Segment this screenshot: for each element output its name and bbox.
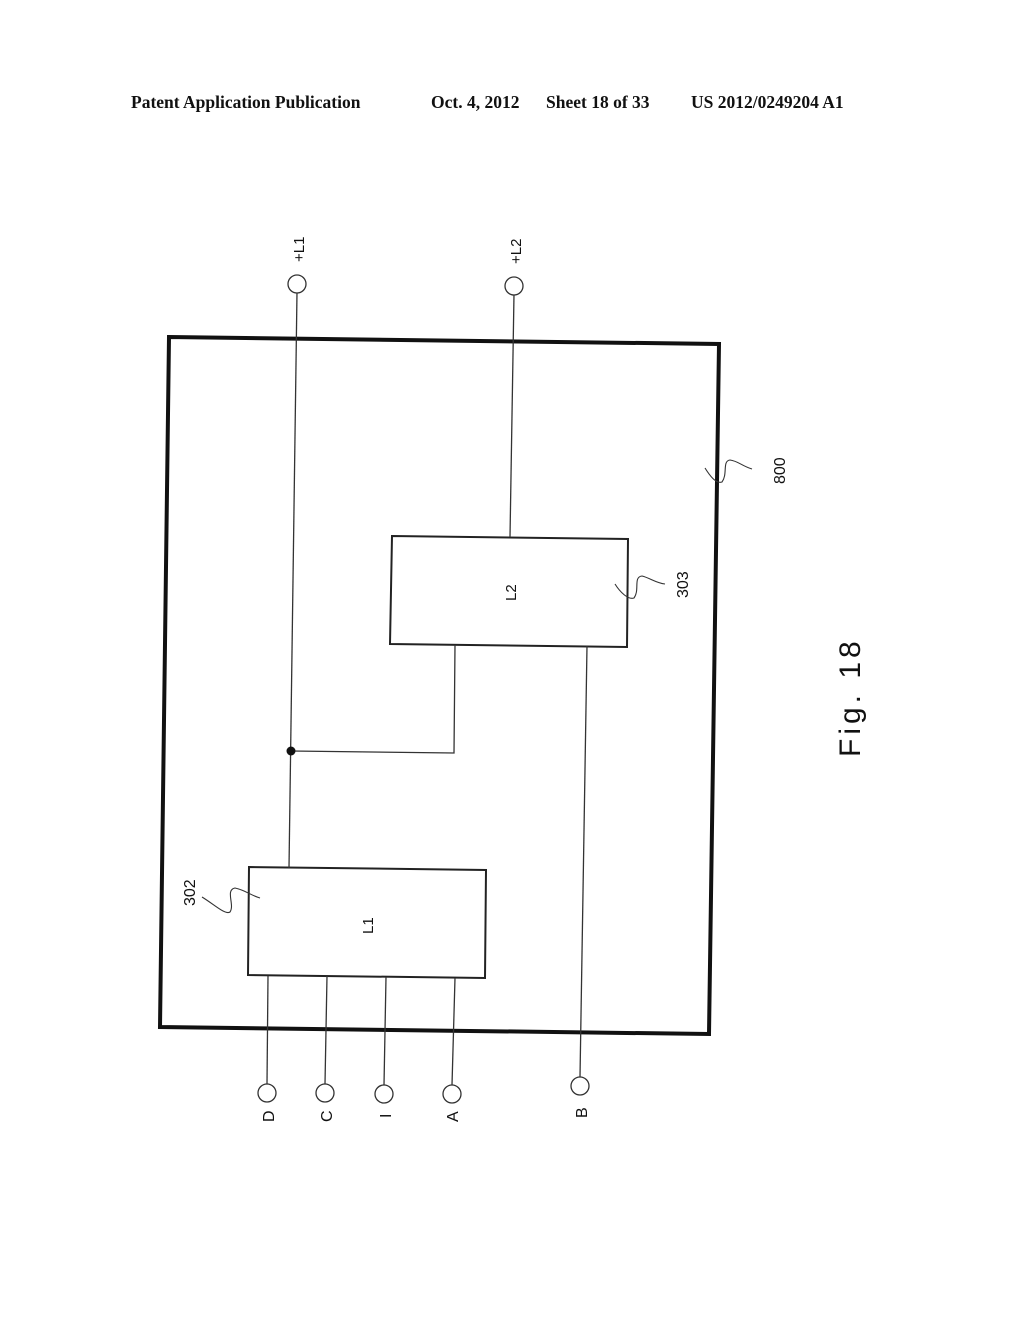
terminal-label-plus-L2: +L2: [508, 239, 525, 264]
figure-caption: Fig. 18: [834, 637, 867, 757]
terminal-label-I: I: [378, 1114, 395, 1118]
block-label-L1: L1: [360, 917, 377, 934]
leader-302: [201, 887, 261, 914]
terminal-A: [442, 1084, 462, 1104]
wire-junction-L2: [290, 644, 456, 754]
terminal-D: [257, 1083, 277, 1103]
terminal-I: [374, 1084, 394, 1104]
terminal-C: [315, 1083, 335, 1103]
junction-dot: [286, 746, 296, 756]
terminal-B: [570, 1076, 590, 1096]
outer-box-800: [157, 334, 722, 1037]
terminal-label-A: A: [445, 1111, 462, 1122]
ref-800: 800: [772, 457, 789, 484]
wire-D: [266, 975, 269, 1085]
terminal-label-C: C: [319, 1110, 336, 1122]
circuit-diagram: +L1 +L2 L1 L2 302 303 800 D C I A B Fig.…: [157, 237, 867, 1122]
leader-303: [614, 575, 666, 599]
ref-303: 303: [675, 571, 692, 598]
ref-302: 302: [182, 879, 199, 906]
terminal-plus-L1: [287, 274, 307, 294]
wire-L1-supply: [288, 291, 298, 869]
terminal-label-D: D: [261, 1110, 278, 1122]
terminal-label-plus-L1: +L1: [291, 237, 308, 262]
wire-B: [579, 645, 588, 1078]
wire-L2-supply: [509, 293, 515, 538]
terminal-plus-L2: [504, 276, 524, 296]
leader-800: [704, 459, 753, 483]
terminal-label-B: B: [574, 1107, 591, 1118]
block-label-L2: L2: [503, 584, 520, 601]
